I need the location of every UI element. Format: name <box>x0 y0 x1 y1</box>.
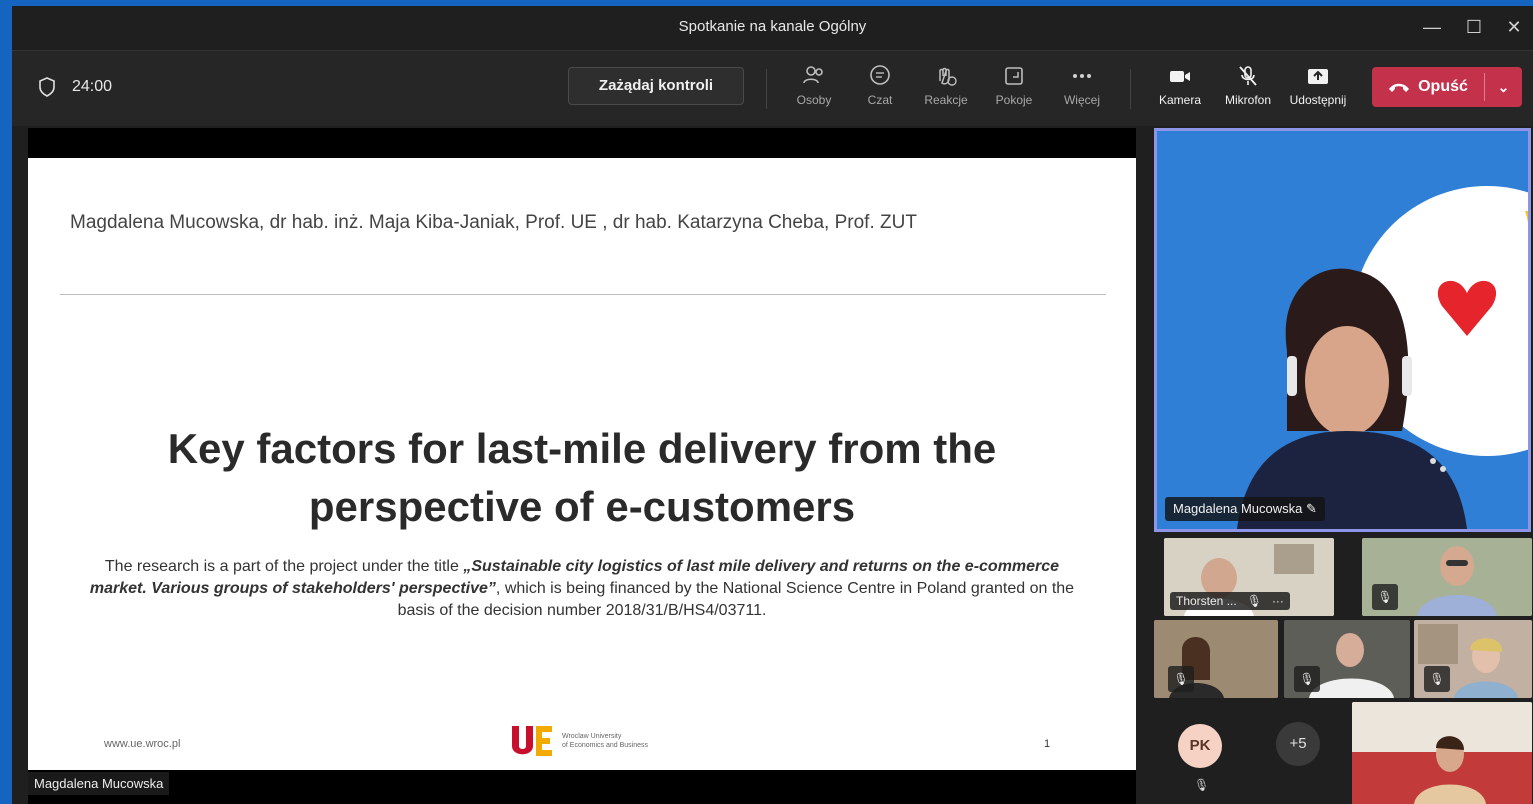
toolbar-divider <box>766 69 767 109</box>
rooms-icon <box>1005 67 1023 85</box>
ue-logo-icon <box>512 726 552 756</box>
share-icon <box>1308 69 1328 84</box>
shared-screen: Magdalena Mucowska, dr hab. inż. Maja Ki… <box>28 128 1136 804</box>
chat-label: Czat <box>867 93 893 107</box>
mic-off-icon <box>1239 66 1257 86</box>
participant-tile[interactable]: Thorsten ... 🎙 ··· <box>1164 538 1334 616</box>
people-icon <box>803 66 823 84</box>
participant-tile[interactable]: 🎙 <box>1154 620 1278 698</box>
teams-window: Spotkanie na kanale Ogólny — ☐ ✕ 24:00 Z… <box>12 6 1533 804</box>
slide-url: www.ue.wroc.pl <box>104 738 181 750</box>
reactions-button[interactable]: Reakcje <box>914 63 978 107</box>
reactions-icon <box>939 67 957 86</box>
note-suffix: , which is being financed by the Nationa… <box>397 580 1075 619</box>
meeting-toolbar: 24:00 Zażądaj kontroli Osoby Czat Reakcj… <box>12 50 1533 126</box>
reactions-label: Reakcje <box>924 93 968 107</box>
more-icon <box>1073 74 1091 78</box>
share-button[interactable]: Udostępnij <box>1286 63 1350 107</box>
hang-up-icon <box>1389 83 1410 92</box>
rooms-label: Pokoje <box>995 93 1033 107</box>
participant-tile[interactable] <box>1352 702 1532 804</box>
leave-button[interactable]: Opuść <box>1372 67 1484 107</box>
pinned-participant-video[interactable]: Magdalena Mucowska ✎ <box>1154 128 1531 532</box>
presentation-slide: Magdalena Mucowska, dr hab. inż. Maja Ki… <box>28 158 1136 770</box>
camera-label: Kamera <box>1158 93 1202 107</box>
pin-icon: ✎ <box>1305 501 1317 516</box>
mic-off-icon: 🎙 <box>1424 666 1450 692</box>
chat-button[interactable]: Czat <box>848 63 912 107</box>
participant-avatar[interactable]: PK <box>1178 724 1222 768</box>
slide-title-line-2: perspective of e-customers <box>308 483 856 530</box>
university-name-line-2: of Economics and Business <box>562 742 648 749</box>
more-options-icon[interactable]: ··· <box>1272 594 1284 608</box>
video-feed-image <box>1157 131 1528 529</box>
slide-funding-note: The research is a part of the project un… <box>78 556 1086 622</box>
leave-button-group: Opuść ⌄ <box>1372 67 1522 107</box>
microphone-button[interactable]: Mikrofon <box>1216 63 1280 107</box>
shield-icon <box>39 77 55 97</box>
participant-name: Thorsten ... <box>1176 594 1237 608</box>
title-bar: Spotkanie na kanale Ogólny — ☐ ✕ <box>12 6 1533 50</box>
timer-value: 24:00 <box>72 78 113 95</box>
participant-name-tag: Magdalena Mucowska ✎ <box>1165 497 1325 521</box>
university-name: Wroclaw University of Economics and Busi… <box>562 732 648 750</box>
mic-off-icon: 🎙 <box>1372 584 1398 610</box>
slide-title-line-1: Key factors for last-mile delivery from … <box>167 425 997 472</box>
maximize-button[interactable]: ☐ <box>1456 14 1492 40</box>
toolbar-divider <box>1130 69 1131 109</box>
close-button[interactable]: ✕ <box>1496 14 1532 40</box>
mic-off-icon: 🎙 <box>1294 666 1320 692</box>
request-control-button[interactable]: Zażądaj kontroli <box>568 67 744 105</box>
slide-divider <box>60 294 1106 295</box>
microphone-label: Mikrofon <box>1224 93 1271 107</box>
mic-off-icon: 🎙 <box>1194 778 1210 792</box>
participant-name: Magdalena Mucowska <box>1173 501 1303 516</box>
camera-icon <box>1170 71 1190 82</box>
rooms-button[interactable]: Pokoje <box>982 63 1046 107</box>
slide-authors: Magdalena Mucowska, dr hab. inż. Maja Ki… <box>70 212 917 233</box>
mic-off-icon: 🎙 <box>1168 666 1194 692</box>
minimize-button[interactable]: — <box>1414 14 1450 40</box>
more-button[interactable]: Więcej <box>1050 63 1114 107</box>
participant-tile[interactable]: 🎙 <box>1362 538 1532 616</box>
people-label: Osoby <box>796 93 832 107</box>
people-button[interactable]: Osoby <box>782 63 846 107</box>
presenter-name-tag: Magdalena Mucowska <box>28 772 170 795</box>
video-feed-image <box>1352 702 1532 804</box>
window-title: Spotkanie na kanale Ogólny <box>678 18 867 35</box>
participant-tile[interactable]: 🎙 <box>1414 620 1532 698</box>
slide-title: Key factors for last-mile delivery from … <box>28 420 1136 536</box>
note-prefix: The research is a part of the project un… <box>104 558 464 575</box>
share-label: Udostępnij <box>1289 93 1347 107</box>
more-participants-button[interactable]: +5 <box>1276 722 1320 766</box>
slide-page-number: 1 <box>1044 738 1051 750</box>
meeting-timer: 24:00 <box>38 77 112 97</box>
university-logo: Wroclaw University of Economics and Busi… <box>510 724 648 758</box>
mic-off-icon: 🎙 <box>1246 594 1262 608</box>
chat-icon <box>870 65 890 85</box>
camera-button[interactable]: Kamera <box>1148 63 1212 107</box>
university-name-line-1: Wroclaw University <box>562 733 622 740</box>
participant-tile[interactable]: 🎙 <box>1284 620 1410 698</box>
participant-name-tag: Thorsten ... 🎙 ··· <box>1170 592 1290 610</box>
leave-options-chevron-icon[interactable]: ⌄ <box>1485 67 1522 107</box>
leave-label: Opuść <box>1418 78 1468 95</box>
more-label: Więcej <box>1063 93 1100 107</box>
